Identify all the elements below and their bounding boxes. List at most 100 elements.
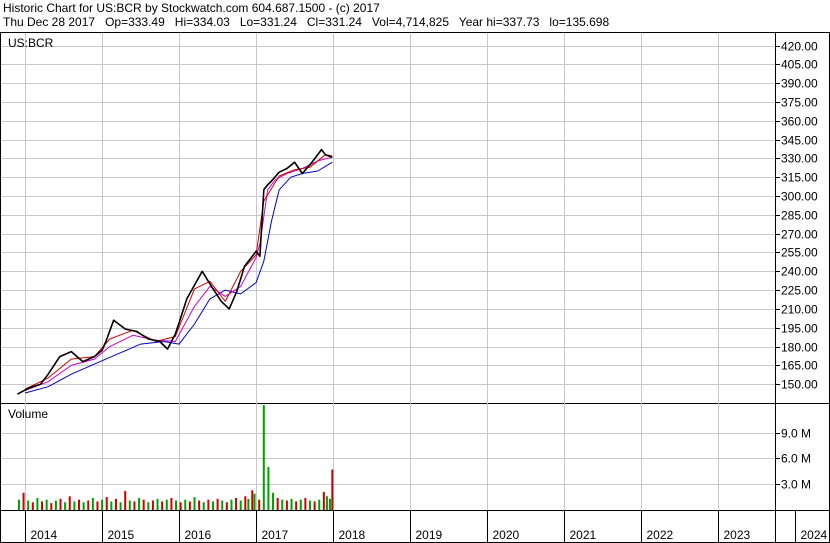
volume-bar [244,496,247,510]
year-tick-label: 2023 [724,528,751,542]
volume-bar [281,499,284,510]
volume-bar [161,501,164,510]
volume-bar [179,502,182,510]
price-tick-label: 375.00 [781,96,818,110]
volume-bar [78,499,80,510]
volume-bar [184,499,187,510]
year-tick-label: 2024 [801,528,828,542]
symbol-label: US:BCR [8,36,54,50]
year-axis-labels: 2014 2015 2016 2017 2018 2019 2020 2021 2022 2023… [31,528,828,542]
volume-label: Volume [8,407,48,421]
volume-bar [239,500,242,510]
volume-bar [329,498,332,510]
volume-bar [110,501,113,510]
volume-bar [41,501,44,510]
volume-tick-label: 3.0 M [781,478,811,492]
volume-tick-label: 9.0 M [781,427,811,441]
volume-bar [156,498,159,510]
grid [1,33,796,543]
volume-bar [105,497,108,510]
volume-bar [253,493,256,510]
price-tick-label: 210.00 [781,303,818,317]
volume-bar [27,500,30,510]
volume-bar [216,498,219,510]
volume-bar [235,497,238,510]
volume-bar [313,501,316,510]
volume-bar [188,501,191,510]
volume-bar [138,497,141,510]
volume-bar [331,469,334,510]
volume-bar [299,499,302,510]
volume-bar [276,497,279,510]
volume-bar [258,499,261,510]
volume-bar [31,502,34,510]
price-tick-label: 345.00 [781,134,818,148]
volume-bar [251,490,254,510]
volume-bar [114,498,117,510]
volume-bar [82,502,85,510]
year-tick-label: 2020 [493,528,520,542]
volume-bar [207,499,210,510]
year-tick-label: 2017 [262,528,289,542]
chart-window: Historic Chart for US:BCR by Stockwatch.… [0,0,830,543]
year-tick-label: 2022 [647,528,674,542]
volume-bar [198,500,201,510]
chart-border [0,32,830,543]
volume-bar [267,467,270,510]
volume-bar [285,500,288,510]
price-tick-label: 240.00 [781,265,818,279]
volume-bar [304,497,307,510]
volume-bar [225,502,228,510]
volume-bar [272,492,275,510]
price-tick-label: 255.00 [781,246,818,260]
volume-bar [119,502,122,510]
volume-bar [54,500,57,510]
volume-bar [22,492,25,510]
volume-bar [128,500,131,510]
price-tick-label: 165.00 [781,359,818,373]
volume-bar [59,498,62,510]
volume-bar [91,497,94,510]
volume-bar [175,500,178,510]
volume-bar [17,499,20,510]
volume-bar [73,501,76,510]
volume-tick-label: 6.0 M [781,452,811,466]
volume-bar [202,502,205,510]
year-tick-label: 2016 [185,528,212,542]
volume-bar [170,497,173,510]
volume-bar [45,499,48,510]
volume-bar [290,498,293,510]
volume-bar [211,501,214,510]
year-tick-label: 2018 [339,528,366,542]
price-tick-label: 420.00 [781,40,818,54]
volume-bar [193,497,196,510]
price-tick-label: 195.00 [781,322,818,336]
volume-bar [36,497,39,510]
volume-bar [322,491,325,510]
volume-bar [262,405,265,510]
price-tick-label: 330.00 [781,152,818,166]
volume-bar [124,491,127,510]
volume-bar [151,500,154,510]
volume-bar [96,501,99,510]
price-tick-label: 180.00 [781,341,818,355]
price-tick-label: 315.00 [781,171,818,185]
year-tick-label: 2019 [416,528,443,542]
volume-bar [165,499,168,510]
volume-bar [68,496,71,510]
year-tick-label: 2021 [570,528,597,542]
price-tick-label: 390.00 [781,77,818,91]
volume-axis-labels: 9.0 M 6.0 M 3.0 M [781,427,811,492]
volume-bar [147,502,150,510]
price-tick-label: 300.00 [781,190,818,204]
volume-bar [64,502,67,510]
volume-bar [309,500,311,510]
volume-bar [247,498,250,510]
price-tick-label: 285.00 [781,209,818,223]
price-tick-label: 405.00 [781,58,818,72]
price-tick-label: 270.00 [781,228,818,242]
volume-bar [101,499,104,510]
volume-bar [133,501,136,510]
price-tick-label: 225.00 [781,284,818,298]
volume-bar [230,499,233,510]
